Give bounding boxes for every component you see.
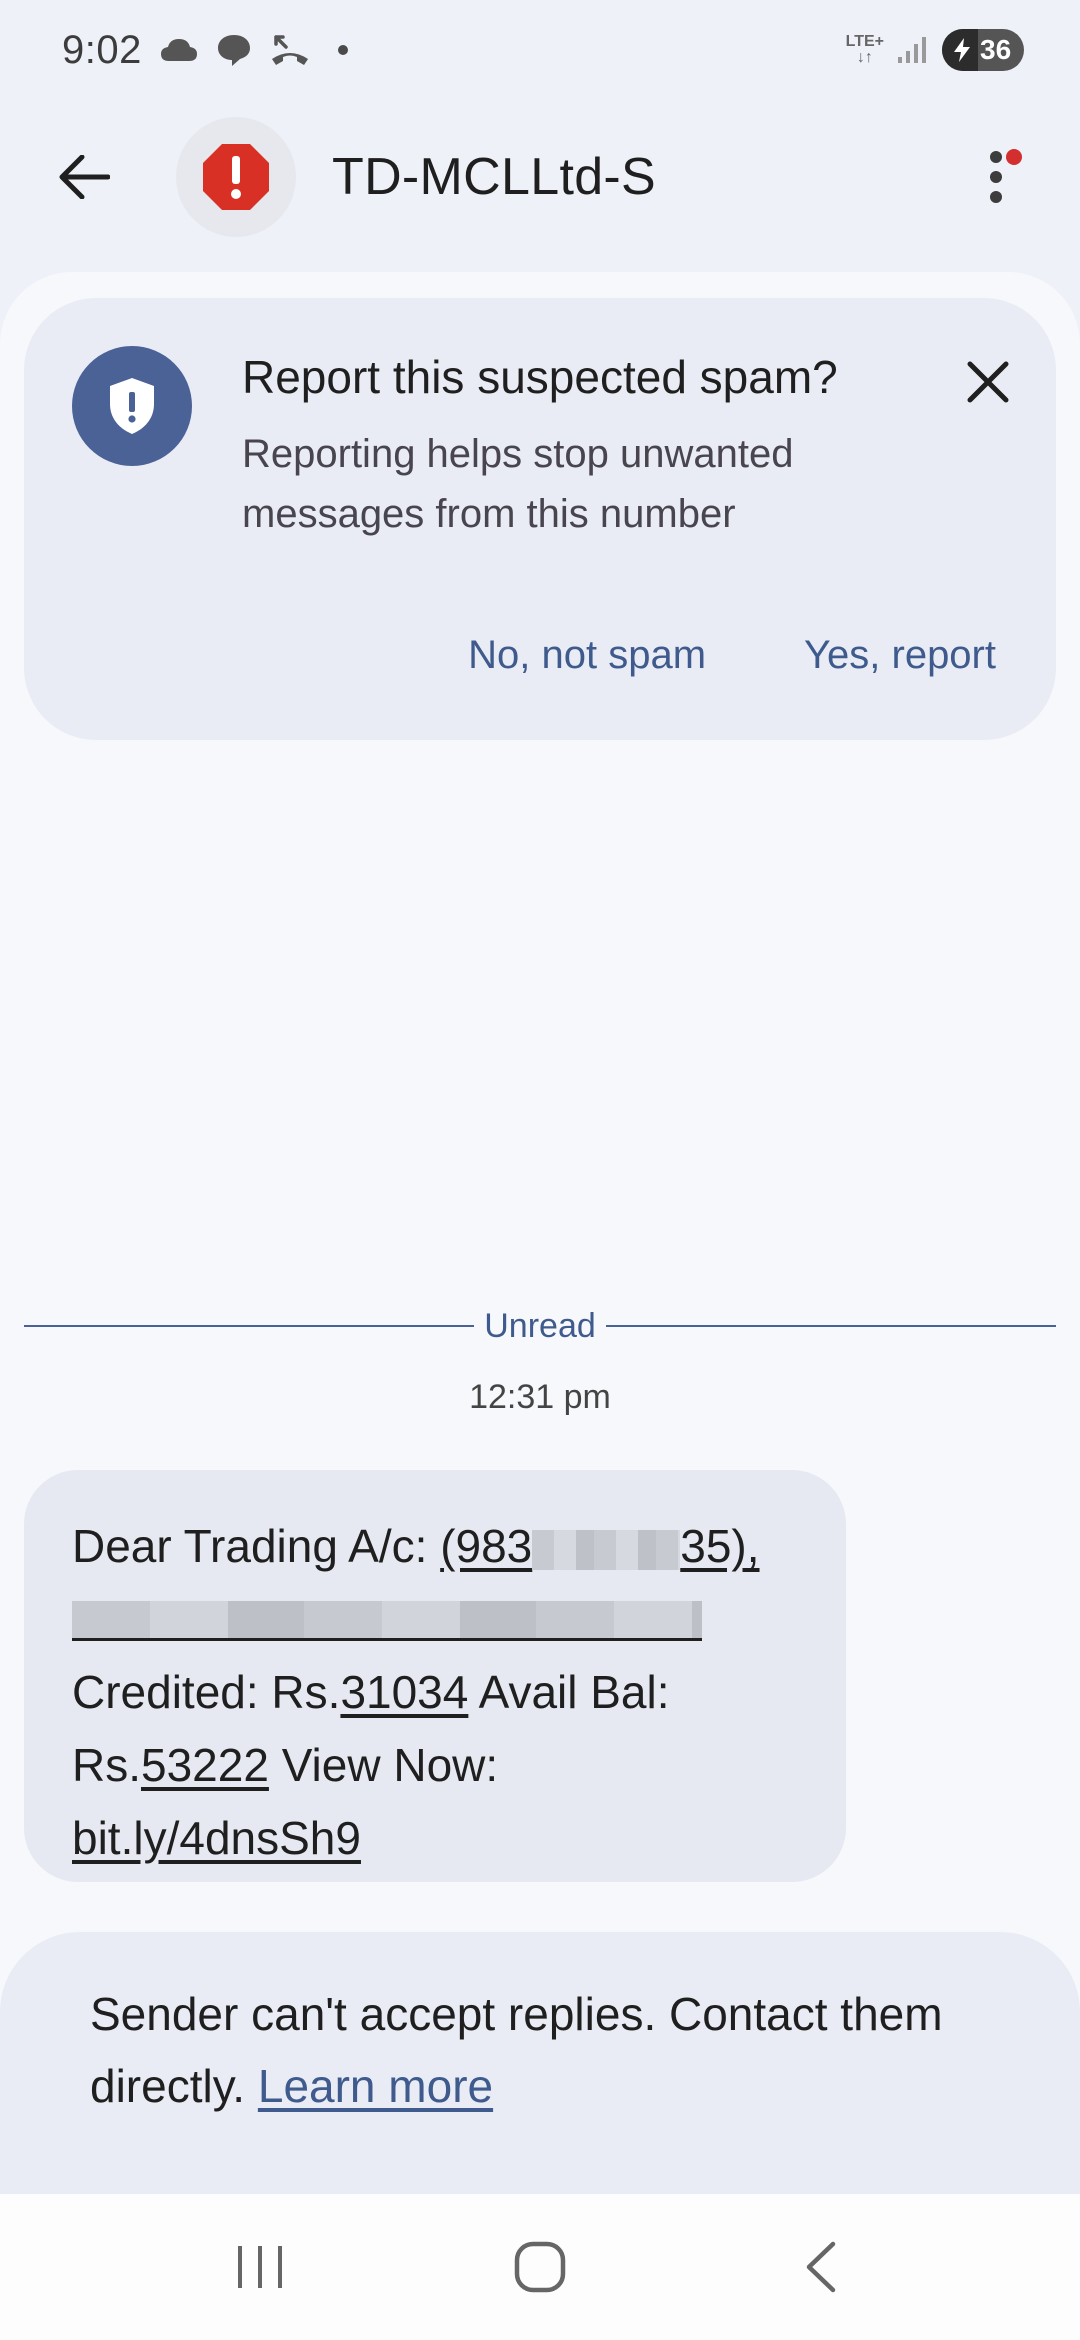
spam-title: Report this suspected spam? [242,351,838,403]
battery-charging-icon: 36 [942,29,1024,71]
back-nav-button[interactable] [760,2207,880,2327]
redacted-digits [532,1529,681,1570]
lte-icon: LTE+ ↓↑ [846,34,884,66]
account-number[interactable]: (983 35), [440,1520,759,1572]
message-prefix: Dear Trading A/c: [72,1520,441,1572]
system-nav-bar [0,2194,1080,2340]
battery-level: 36 [980,34,1012,65]
divider-line [24,1325,475,1327]
status-left: 9:02 [62,28,348,73]
status-right: LTE+ ↓↑ 36 [846,29,1024,71]
learn-more-link[interactable]: Learn more [258,2060,493,2112]
close-icon [967,361,1009,403]
message-bubble[interactable]: Dear Trading A/c: (983 35), Credited: Rs.… [24,1470,846,1882]
spam-report-card: Report this suspected spam? Reporting he… [24,298,1056,740]
notification-dot-icon [337,45,348,55]
home-button[interactable] [480,2207,600,2327]
no-reply-banner: Sender can't accept replies. Contact the… [0,1932,1080,2194]
home-icon [514,2241,566,2293]
dismiss-spam-button[interactable] [944,338,1032,426]
status-time: 9:02 [62,27,142,72]
unread-divider: Unread [24,1306,1057,1345]
more-vert-icon [990,151,1002,203]
recents-button[interactable] [200,2207,320,2327]
conversation-title: TD-MCLLtd-S [332,148,657,206]
divider-line [605,1325,1057,1327]
spam-actions: No, not spam Yes, report [468,633,996,678]
credited-amount[interactable]: 31034 [340,1666,468,1718]
report-spam-button[interactable]: Yes, report [804,633,996,678]
app-bar: TD-MCLLtd-S [0,100,1080,254]
shield-alert-icon [72,346,192,466]
cloud-icon [160,37,198,63]
back-button[interactable] [40,133,128,221]
message-text: Dear Trading A/c: (983 35), Credited: Rs.… [72,1510,798,1875]
unread-label: Unread [484,1306,596,1345]
signal-icon [896,35,930,65]
account-number-start: (983 [440,1520,533,1572]
more-options-button[interactable] [952,133,1040,221]
status-bar: 9:02 LTE+ ↓↑ 36 [0,0,1080,100]
view-now-label: View Now: [268,1739,499,1791]
spam-description: Reporting helps stop unwanted messages f… [242,432,794,536]
messages-screen: 9:02 LTE+ ↓↑ 36 TD-MCLLtd-S Report this … [0,0,1080,2340]
recents-icon [238,2246,282,2288]
credited-label: Credited: Rs. [72,1666,341,1718]
short-link[interactable]: bit.ly/4dnsSh9 [72,1812,361,1864]
available-balance[interactable]: 53222 [141,1739,269,1791]
chevron-left-icon [806,2241,836,2293]
not-spam-button[interactable]: No, not spam [468,633,706,678]
redacted-line [72,1601,702,1641]
data-arrows-icon: ↓↑ [856,49,873,66]
arrow-left-icon [59,155,110,199]
no-reply-message: Sender can't accept replies. Contact the… [90,1988,943,2112]
spam-stop-icon [203,144,269,210]
chat-bubble-icon [216,33,252,67]
missed-call-icon [270,33,310,67]
menu-badge-dot [1006,149,1022,165]
account-number-end: 35), [680,1520,760,1572]
network-label: LTE+ [845,33,884,50]
contact-avatar[interactable] [176,117,296,237]
no-reply-text: Sender can't accept replies. Contact the… [90,1978,990,2122]
message-timestamp: 12:31 pm [469,1378,611,1416]
